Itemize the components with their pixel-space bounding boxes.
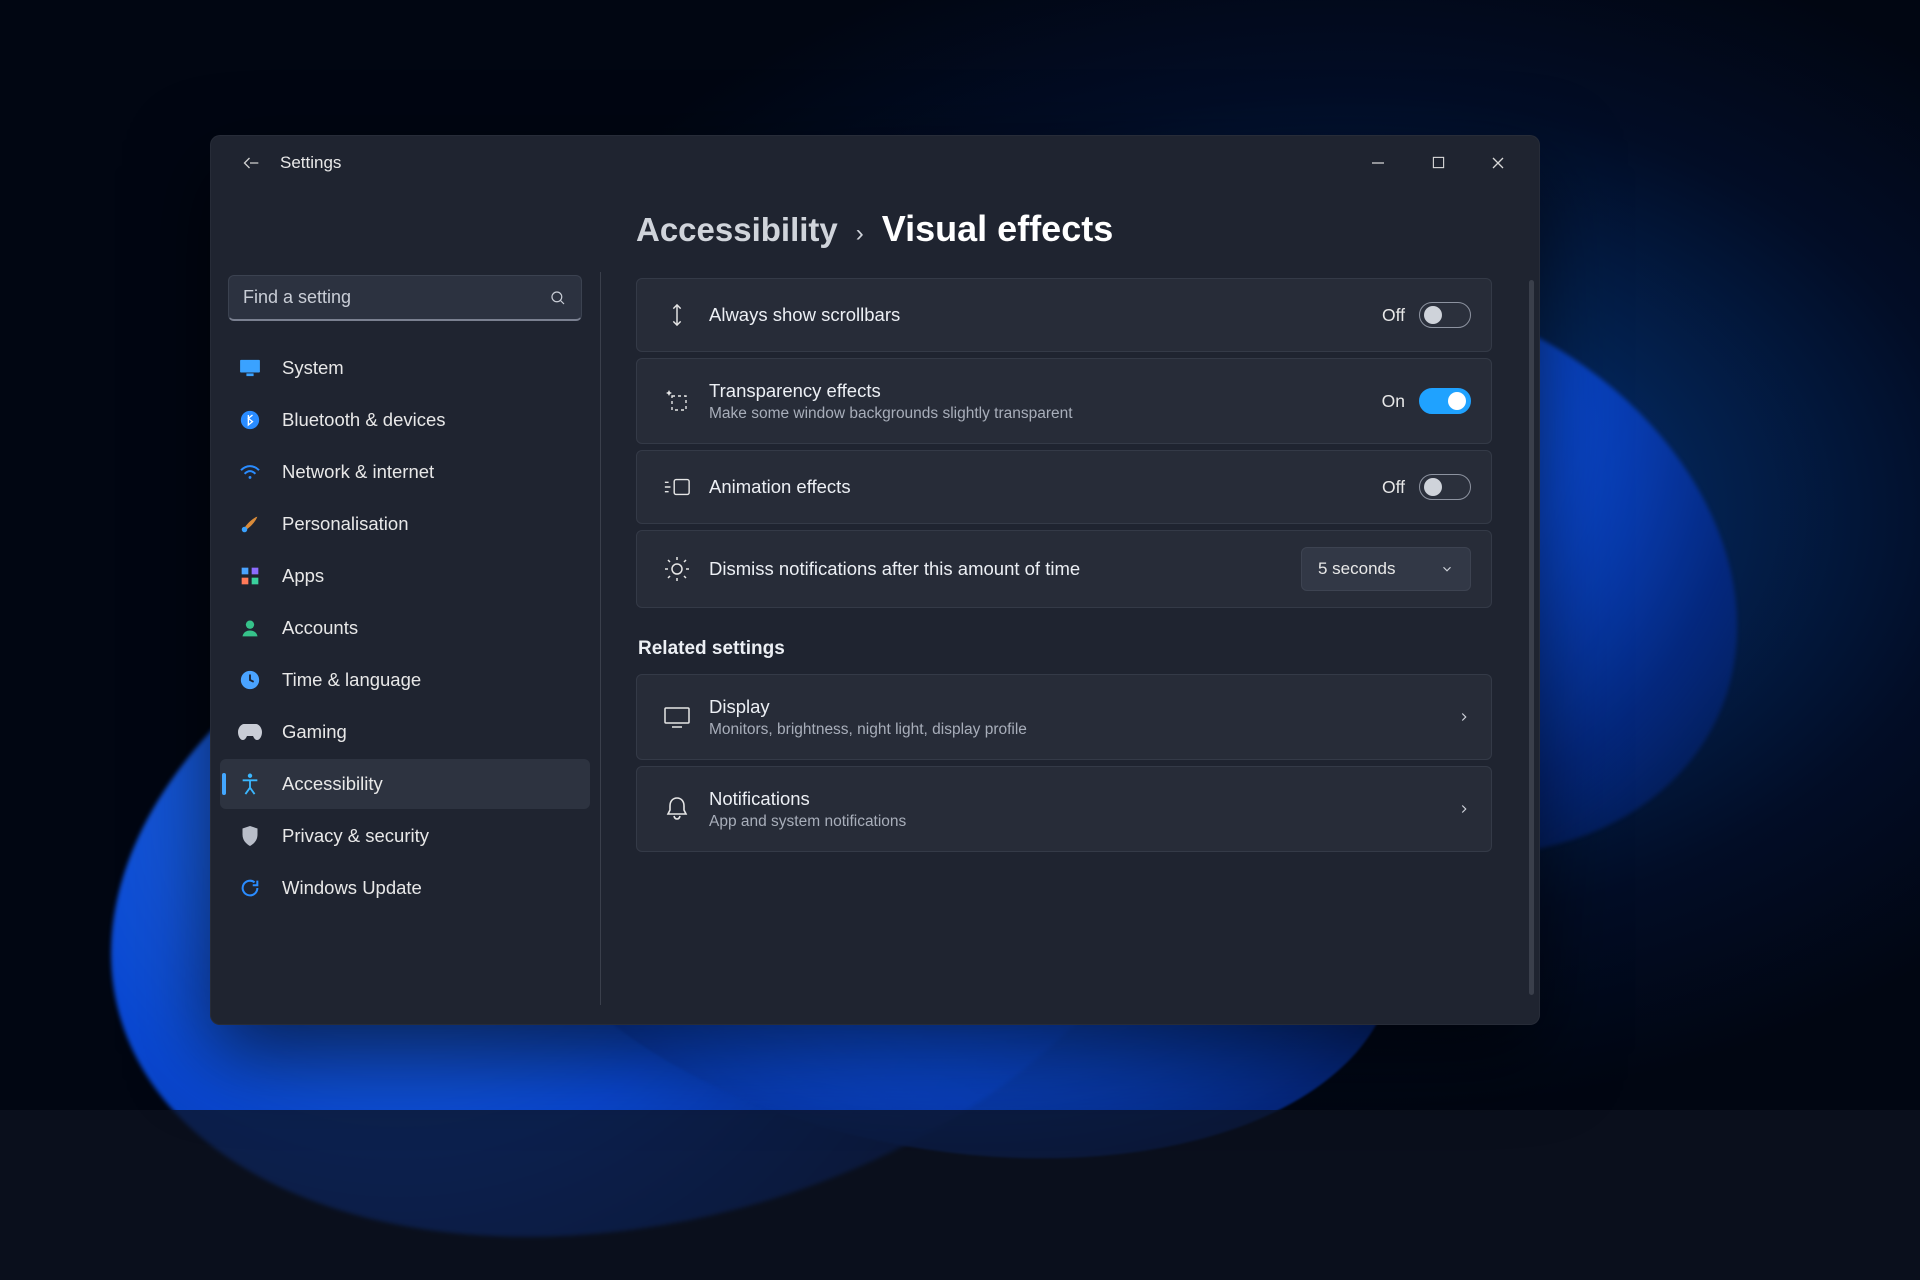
accessibility-icon [236,770,264,798]
settings-window: Settings Find a setting [210,135,1540,1025]
maximize-button[interactable] [1408,141,1468,185]
select-value: 5 seconds [1318,559,1396,579]
bell-icon [655,796,699,822]
minimize-icon [1371,156,1385,170]
sidebar-item-label: Apps [282,565,324,587]
toggle-state-label: On [1382,391,1405,412]
close-icon [1491,156,1505,170]
search-input[interactable]: Find a setting [228,275,582,321]
chevron-right-icon [1457,710,1471,724]
sidebar-item-label: Privacy & security [282,825,429,847]
related-notifications[interactable]: Notifications App and system notificatio… [636,766,1492,852]
sidebar-item-label: Windows Update [282,877,422,899]
related-display[interactable]: Display Monitors, brightness, night ligh… [636,674,1492,760]
sidebar-item-personalisation[interactable]: Personalisation [220,499,590,549]
clock-icon [236,666,264,694]
bluetooth-icon [236,406,264,434]
sidebar-item-update[interactable]: Windows Update [220,863,590,913]
sidebar-item-accessibility[interactable]: Accessibility [220,759,590,809]
titlebar: Settings [210,135,1540,190]
setting-scrollbars: Always show scrollbars Off [636,278,1492,352]
setting-animation: Animation effects Off [636,450,1492,524]
scrollbar[interactable] [1529,280,1534,995]
related-label: Display [709,696,1457,718]
sidebar-item-label: System [282,357,344,379]
monitor-icon [236,354,264,382]
window-title: Settings [280,153,341,173]
scrollbars-icon [655,301,699,329]
setting-label: Transparency effects [709,380,1382,402]
related-subtitle: Monitors, brightness, night light, displ… [709,721,1457,739]
wifi-icon [236,458,264,486]
page-title: Visual effects [882,208,1113,250]
gamepad-icon [236,718,264,746]
animation-icon [655,476,699,498]
setting-transparency: Transparency effects Make some window ba… [636,358,1492,444]
sidebar-item-label: Bluetooth & devices [282,409,446,431]
setting-dismiss-time: Dismiss notifications after this amount … [636,530,1492,608]
search-placeholder: Find a setting [243,287,549,308]
dismiss-time-select[interactable]: 5 seconds [1301,547,1471,591]
sidebar-item-label: Network & internet [282,461,434,483]
sidebar-item-accounts[interactable]: Accounts [220,603,590,653]
setting-subtitle: Make some window backgrounds slightly tr… [709,405,1382,423]
related-list: Display Monitors, brightness, night ligh… [636,674,1492,852]
breadcrumb: Accessibility › Visual effects [636,208,1510,250]
display-icon [655,706,699,728]
chevron-right-icon: › [856,220,864,248]
sidebar-item-gaming[interactable]: Gaming [220,707,590,757]
related-label: Notifications [709,788,1457,810]
sidebar-item-label: Accounts [282,617,358,639]
settings-list: Always show scrollbars Off Transparency … [636,278,1492,608]
transparency-toggle[interactable] [1419,388,1471,414]
sidebar-item-privacy[interactable]: Privacy & security [220,811,590,861]
animation-toggle[interactable] [1419,474,1471,500]
sidebar-item-bluetooth[interactable]: Bluetooth & devices [220,395,590,445]
person-icon [236,614,264,642]
minimize-button[interactable] [1348,141,1408,185]
setting-label: Animation effects [709,476,1382,498]
sidebar-item-label: Gaming [282,721,347,743]
brush-icon [236,510,264,538]
related-subtitle: App and system notifications [709,813,1457,831]
sidebar-item-time[interactable]: Time & language [220,655,590,705]
sidebar-item-apps[interactable]: Apps [220,551,590,601]
scrollbars-toggle[interactable] [1419,302,1471,328]
sidebar-item-label: Time & language [282,669,421,691]
breadcrumb-parent[interactable]: Accessibility [636,211,838,249]
back-button[interactable] [232,153,266,173]
brightness-icon [655,555,699,583]
sparkle-icon [655,388,699,414]
chevron-down-icon [1440,562,1454,576]
sidebar-item-label: Accessibility [282,773,383,795]
toggle-state-label: Off [1382,305,1405,326]
sidebar: Find a setting System Bluetooth & devic [210,190,600,1025]
grid-icon [236,562,264,590]
close-button[interactable] [1468,141,1528,185]
sidebar-nav: System Bluetooth & devices Network & int… [220,343,590,913]
shield-icon [236,822,264,850]
sidebar-item-system[interactable]: System [220,343,590,393]
search-icon [549,289,567,307]
main-content: Accessibility › Visual effects Always sh… [600,190,1540,1025]
toggle-state-label: Off [1382,477,1405,498]
setting-label: Always show scrollbars [709,304,1382,326]
maximize-icon [1432,156,1445,169]
sidebar-item-network[interactable]: Network & internet [220,447,590,497]
update-icon [236,874,264,902]
setting-label: Dismiss notifications after this amount … [709,558,1301,580]
sidebar-item-label: Personalisation [282,513,409,535]
chevron-right-icon [1457,802,1471,816]
related-heading: Related settings [638,638,1510,660]
